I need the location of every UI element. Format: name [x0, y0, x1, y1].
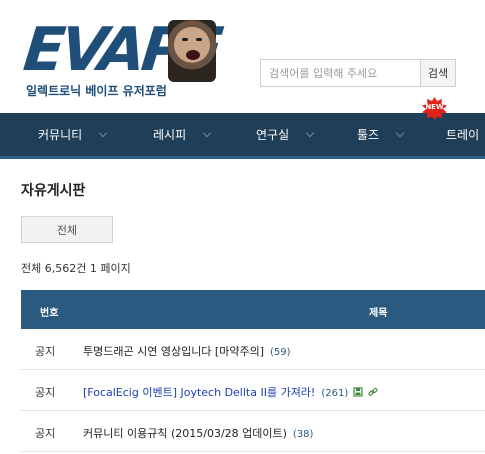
site-logo[interactable]: EVAPE 일렉트로닉 베이프 유저포럼 — [20, 14, 222, 98]
post-title-link[interactable]: 투명드래곤 시연 영상입니다 [마약주의] (59) — [83, 343, 291, 359]
nav-item-label: 트레이 — [446, 128, 480, 142]
category-filter-all-button[interactable]: 전체 — [21, 216, 113, 243]
nav-item-trade[interactable]: 트레이 — [446, 113, 479, 156]
search-button[interactable]: 검색 — [420, 59, 456, 87]
file-icon — [353, 387, 363, 397]
main-nav: 커뮤니티 레시피 연구실 툴즈 트레이 — [0, 113, 485, 159]
nav-item-label: 툴즈 — [357, 128, 380, 142]
table-row: 공지 [FocalEcig 이벤트] Joytech Dellta II를 가져… — [21, 370, 485, 411]
notice-label: 공지 — [35, 427, 56, 440]
nav-item-label: 커뮤니티 — [38, 128, 83, 142]
post-title-text: 커뮤니티 이용규칙 (2015/03/28 업데이트) — [83, 427, 287, 440]
logo-mascot-image — [168, 20, 216, 82]
post-title-link[interactable]: [FocalEcig 이벤트] Joytech Dellta II를 가져라! (… — [83, 384, 378, 400]
post-count-summary: 전체 6,562건 1 페이지 — [21, 262, 131, 275]
link-icon — [368, 387, 378, 396]
comment-count: (59) — [270, 347, 291, 358]
column-header-number: 번호 — [40, 308, 59, 319]
board-title: 자유게시판 — [21, 183, 86, 199]
table-row: 공지 투명드래곤 시연 영상입니다 [마약주의] (59) — [21, 329, 485, 370]
chevron-down-icon — [98, 128, 108, 137]
site-tagline: 일렉트로닉 베이프 유저포럼 — [26, 84, 167, 98]
notice-label: 공지 — [35, 386, 56, 399]
nav-item-tools[interactable]: 툴즈 — [357, 113, 405, 156]
table-header: 번호 제목 — [21, 290, 485, 329]
table-row: 공지 커뮤니티 이용규칙 (2015/03/28 업데이트) (38) — [21, 411, 485, 452]
post-title-text: [FocalEcig 이벤트] Joytech Dellta II를 가져라! — [83, 386, 316, 399]
nav-item-label: 연구실 — [256, 128, 290, 142]
post-table: 번호 제목 공지 투명드래곤 시연 영상입니다 [마약주의] (59) 공지 [F… — [21, 290, 485, 452]
nav-item-label: 레시피 — [153, 128, 187, 142]
notice-label: 공지 — [35, 345, 56, 358]
comment-count: (38) — [292, 429, 314, 440]
search-bar: 검색 — [260, 59, 456, 87]
post-title-link[interactable]: 커뮤니티 이용규칙 (2015/03/28 업데이트) (38) — [83, 425, 313, 441]
column-header-title: 제목 — [369, 308, 388, 319]
chevron-down-icon — [305, 128, 315, 137]
site-header: EVAPE 일렉트로닉 베이프 유저포럼 검색 — [0, 0, 485, 113]
comment-count: (261) — [321, 388, 349, 399]
chevron-down-icon — [395, 128, 405, 137]
nav-item-lab[interactable]: 연구실 — [256, 113, 315, 156]
nav-item-recipe[interactable]: 레시피 — [153, 113, 212, 156]
new-badge: NEW — [421, 97, 448, 120]
new-badge-label: NEW — [425, 103, 444, 111]
chevron-down-icon — [202, 128, 212, 137]
nav-item-community[interactable]: 커뮤니티 — [38, 113, 108, 156]
post-title-text: 투명드래곤 시연 영상입니다 [마약주의] — [83, 345, 264, 358]
search-input[interactable] — [260, 59, 420, 87]
